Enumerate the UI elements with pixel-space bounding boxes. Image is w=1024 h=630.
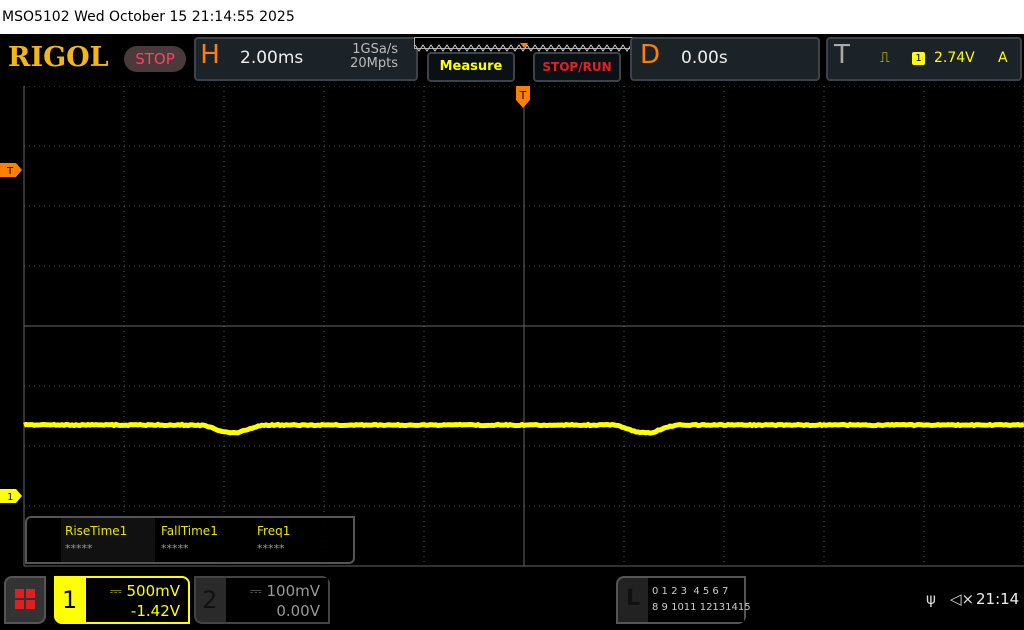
measurement-name: FallTime1 [161, 524, 251, 538]
channel-scale: ⎓ 100mV [250, 582, 320, 600]
trigger-position-marker[interactable]: T [516, 86, 530, 108]
logic-channels-row2: 8 9 1011 12131415 [652, 600, 744, 616]
measurement-name: RiseTime1 [65, 524, 155, 538]
measurement-panel: RiseTime1 ***** FallTime1 ***** Freq1 ***** [25, 516, 355, 564]
channel-1-panel[interactable]: 1 ⎓ 500mV -1.42V [54, 576, 190, 624]
rigol-logo: RIGOL [8, 42, 109, 73]
channel-scale-value: 500mV [126, 582, 180, 600]
timebase-value: 2.00ms [240, 48, 303, 68]
measure-button[interactable]: Measure [427, 52, 515, 82]
sample-rate: 1GSa/s [330, 43, 398, 57]
center-axes [24, 86, 1024, 566]
dc-coupling-icon: ⎓ [110, 582, 127, 600]
channel-scale: ⎓ 500mV [110, 582, 180, 600]
ch1-offset-marker[interactable]: 1 [0, 489, 22, 503]
delay-value: 0.00s [681, 48, 728, 68]
trigger-level-marker[interactable]: T [0, 163, 22, 177]
delay-label: D [634, 40, 666, 70]
run-state-badge[interactable]: STOP [124, 46, 186, 72]
logic-analyzer-panel[interactable]: L 0 1 2 3 4 5 6 78 9 1011 12131415 [616, 576, 746, 624]
ch1-offset-label: 1 [7, 492, 13, 503]
channel-scale-value: 100mV [266, 582, 320, 600]
horizontal-label: H [194, 40, 226, 70]
measurement-item[interactable]: Freq1 ***** [253, 518, 347, 562]
grid-menu-icon [6, 578, 44, 622]
channel-number: 2 [202, 586, 217, 614]
measurement-item[interactable]: RiseTime1 ***** [61, 518, 155, 562]
trigger-mode: A [998, 50, 1008, 66]
measurement-value: ***** [161, 542, 251, 555]
trigger-position-label: T [519, 89, 527, 102]
measurement-value: ***** [257, 542, 347, 555]
channel-number: 1 [62, 586, 77, 614]
rising-edge-icon: ⎍ [880, 50, 890, 66]
trigger-level: 2.74V [934, 50, 975, 66]
logic-label: L [626, 586, 640, 611]
speaker-muted-icon[interactable]: ◁× [950, 590, 974, 608]
measurement-value: ***** [65, 542, 155, 555]
memory-timeline [414, 37, 634, 49]
channel-offset: -1.42V [131, 602, 180, 620]
trigger-level-label: T [6, 166, 14, 177]
logic-channels-row1: 0 1 2 3 4 5 6 7 [652, 584, 744, 600]
measurement-name: Freq1 [257, 524, 347, 538]
channel-2-panel[interactable]: 2 ⎓ 100mV 0.00V [194, 576, 330, 624]
measurement-item[interactable]: FallTime1 ***** [157, 518, 251, 562]
dc-coupling-icon: ⎓ [250, 582, 267, 600]
usb-icon: ψ [926, 590, 936, 608]
memory-depth: 20Mpts [330, 57, 398, 71]
clock: 21:14 [976, 590, 1019, 608]
sample-info: 1GSa/s 20Mpts [330, 43, 398, 71]
stop-run-button[interactable]: STOP/RUN [533, 52, 621, 82]
menu-button[interactable] [4, 576, 46, 624]
channel-offset: 0.00V [276, 602, 320, 620]
trigger-source: 1 [912, 52, 925, 65]
title-bar: MSO5102 Wed October 15 21:14:55 2025 [0, 0, 1024, 34]
trigger-label: T [828, 40, 856, 70]
waveform-display[interactable]: T T 1 [0, 86, 1024, 570]
